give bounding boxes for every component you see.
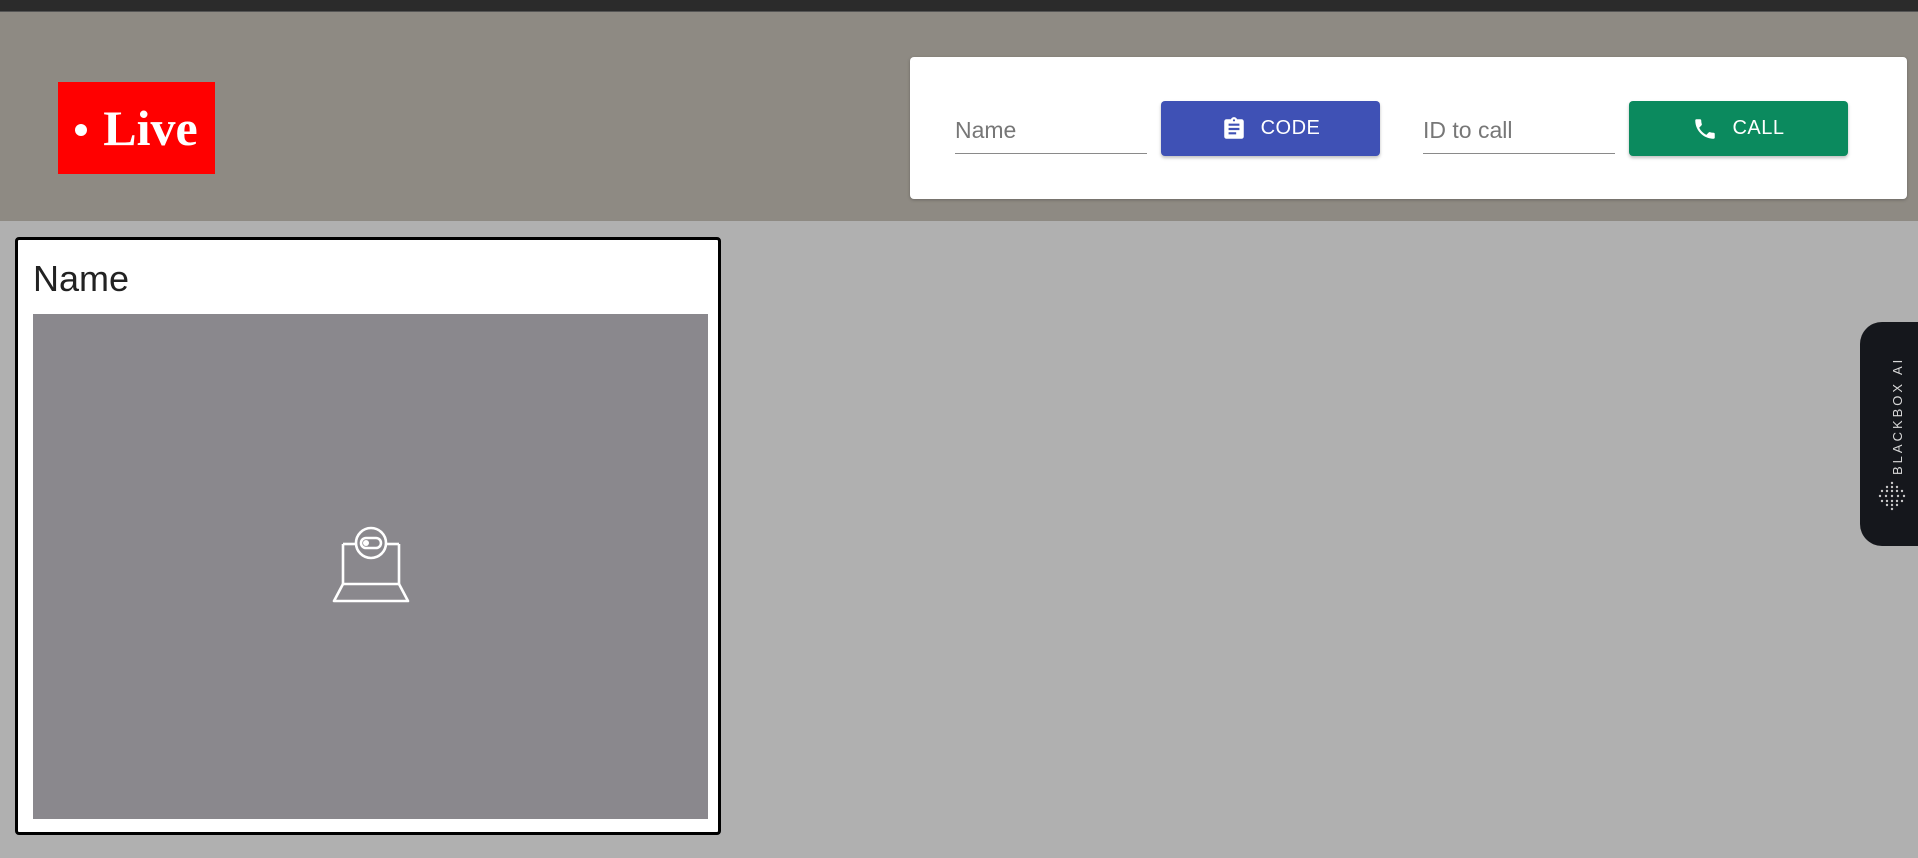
code-button-label: CODE xyxy=(1260,117,1321,139)
user-video-card: Name xyxy=(15,237,721,835)
name-field xyxy=(955,107,1147,154)
call-panel: CODE CALL xyxy=(910,57,1907,199)
app-header: Live CODE CALL xyxy=(0,12,1918,221)
id-field xyxy=(1423,107,1615,154)
live-badge: Live xyxy=(58,82,215,174)
live-label: Live xyxy=(103,100,198,156)
card-title: Name xyxy=(33,258,130,299)
call-button-label: CALL xyxy=(1732,117,1785,139)
side-tab-label: BLACKBOX AI xyxy=(1890,356,1905,475)
phone-icon xyxy=(1695,118,1716,139)
call-button[interactable]: CALL xyxy=(1629,101,1848,156)
blackbox-ai-side-tab[interactable]: BLACKBOX AI xyxy=(1860,322,1918,546)
name-input[interactable] xyxy=(955,107,1147,153)
video-area xyxy=(33,314,708,819)
clipboard-icon xyxy=(1223,116,1244,139)
blackbox-dots-icon xyxy=(1878,481,1906,511)
live-dot-icon xyxy=(75,124,88,136)
code-button[interactable]: CODE xyxy=(1161,101,1380,156)
webcam-placeholder-icon xyxy=(332,526,409,602)
id-to-call-input[interactable] xyxy=(1423,107,1615,153)
